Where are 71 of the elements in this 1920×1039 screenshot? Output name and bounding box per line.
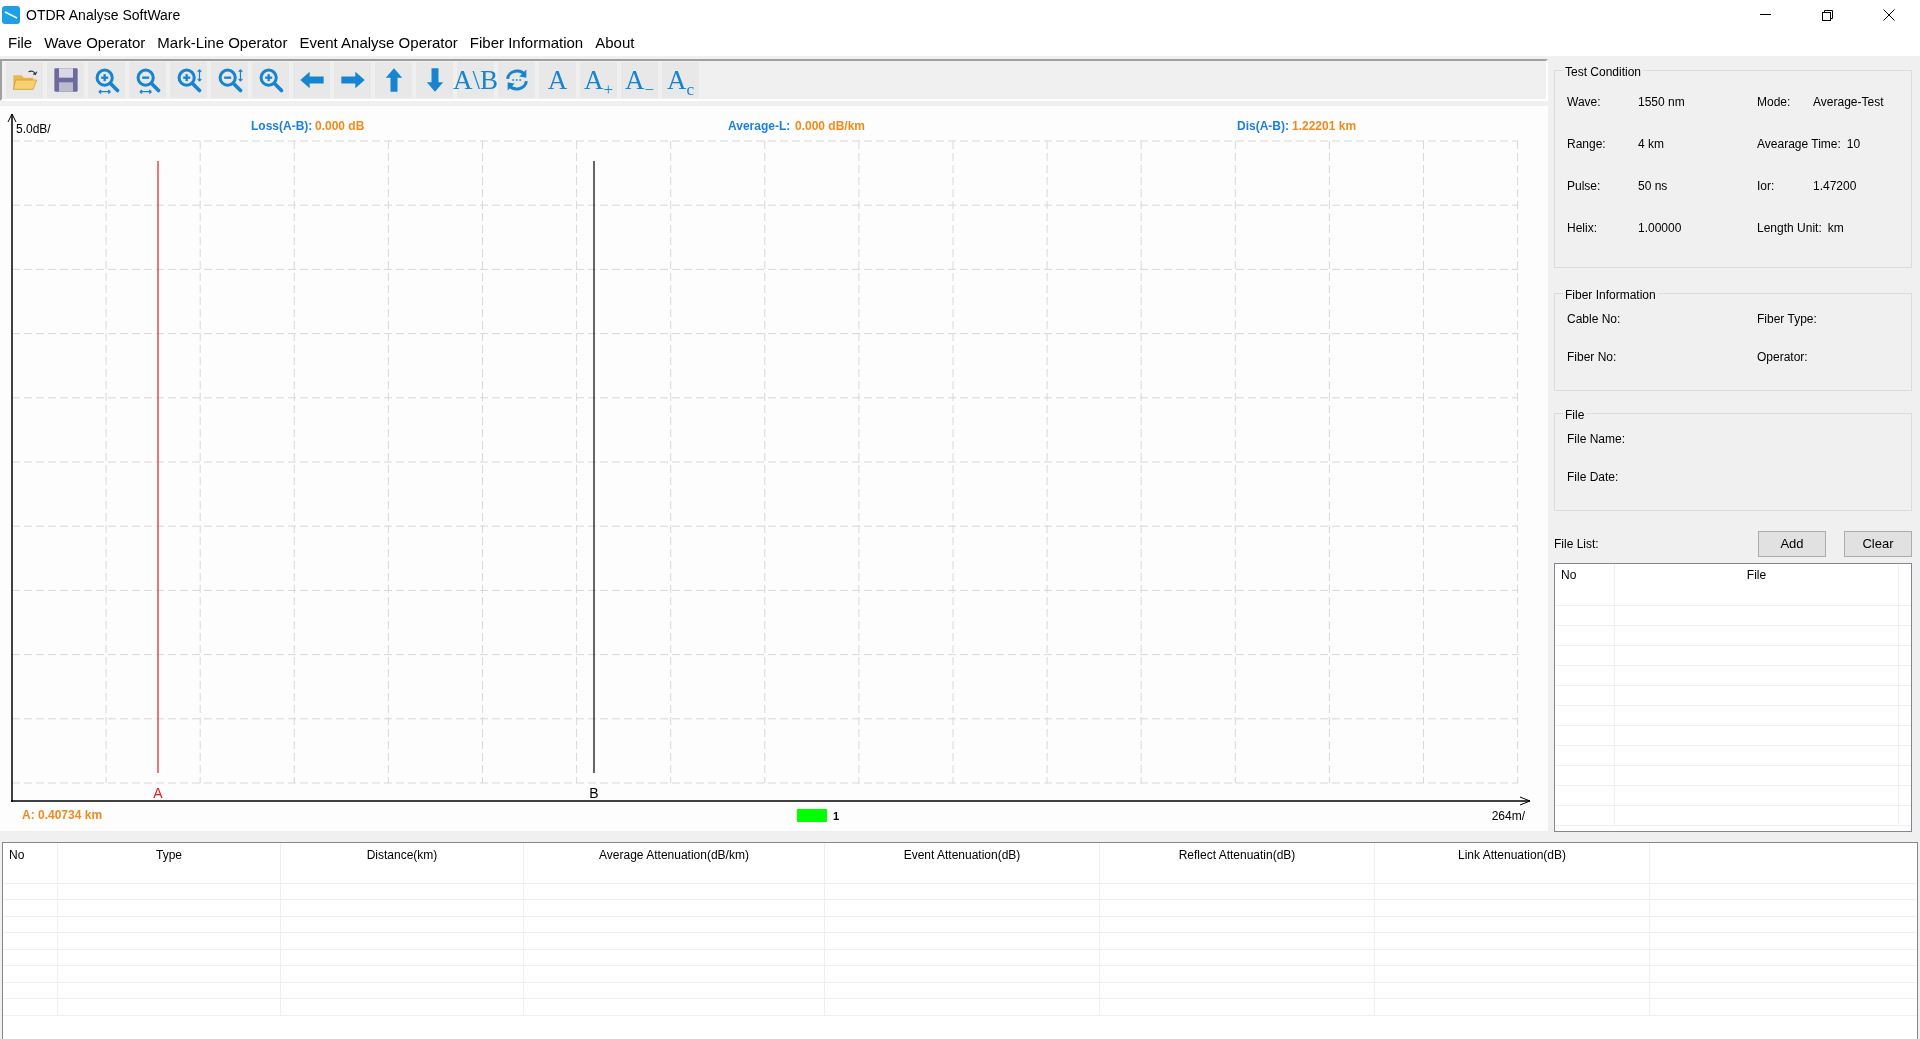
field-value: 1550 nm: [1638, 94, 1685, 111]
move-button[interactable]: [416, 62, 453, 98]
readout-value: 1.22201 km: [1292, 119, 1357, 133]
column-header[interactable]: File: [1615, 564, 1899, 586]
field-value: 10: [1846, 136, 1861, 153]
zoom-button[interactable]: [170, 62, 207, 98]
column-header[interactable]: Event Attenuation(dB): [825, 843, 1100, 867]
readout-label: Average-L:: [728, 119, 791, 133]
axis-end-label: 264m/: [1491, 809, 1525, 823]
zoom-button[interactable]: [88, 62, 125, 98]
column-header[interactable]: No: [1555, 564, 1615, 586]
minimize-icon: [1759, 14, 1771, 16]
cursor-readout: A: 0.40734 km: [22, 808, 103, 822]
list-action-button[interactable]: Clear: [1844, 531, 1912, 557]
field-value: km: [1827, 220, 1844, 237]
field-label: Length Unit:: [1757, 220, 1822, 237]
restore-icon: [1821, 9, 1833, 21]
column-header[interactable]: Link Attenuation(dB): [1375, 843, 1650, 867]
window-title: OTDR Analyse SoftWare: [26, 5, 181, 25]
menu-item[interactable]: Fiber Information: [463, 31, 590, 55]
marker-label: B: [589, 785, 599, 801]
field-label: Fiber Type:: [1757, 311, 1817, 328]
file-list-label: File List:: [1554, 536, 1599, 553]
field-label: Wave:: [1567, 94, 1602, 111]
marker-line[interactable]: [157, 160, 159, 774]
close-icon: [1883, 9, 1895, 21]
menu-item[interactable]: Event Analyse Operator: [293, 31, 464, 55]
open-button[interactable]: [6, 62, 43, 98]
field-value: Average-Test: [1813, 94, 1884, 111]
scale-label: 5.0dB/: [16, 122, 51, 136]
field-label: Operator:: [1757, 349, 1808, 366]
column-header[interactable]: Type: [58, 843, 281, 867]
field-value: 4 km: [1638, 136, 1664, 153]
move-button[interactable]: [293, 62, 330, 98]
field-label: File Date:: [1567, 469, 1619, 486]
field-label: Helix:: [1567, 220, 1598, 237]
refresh-button[interactable]: [498, 62, 535, 98]
zoom-button[interactable]: [252, 62, 289, 98]
marker-label: A: [153, 785, 163, 801]
menu-item[interactable]: Wave Operator: [38, 31, 152, 55]
field-label: Avearage Time:: [1757, 136, 1841, 153]
field-value: 1.47200: [1813, 178, 1857, 195]
zoom-button[interactable]: [129, 62, 166, 98]
menu-item[interactable]: About: [589, 31, 641, 55]
field-label: Range:: [1567, 136, 1607, 153]
zoom-button[interactable]: [211, 62, 248, 98]
field-label: File Name:: [1567, 431, 1625, 448]
readout-value: 0.000 dB/km: [795, 119, 866, 133]
field-label: Fiber No:: [1567, 349, 1617, 366]
move-button[interactable]: [375, 62, 412, 98]
column-header[interactable]: Reflect Attenuatin(dB): [1100, 843, 1375, 867]
readout-label: Loss(A-B):: [251, 119, 313, 133]
field-value: 1.00000: [1638, 220, 1682, 237]
readout-label: Dis(A-B):: [1237, 119, 1289, 133]
marker-line[interactable]: [593, 160, 595, 774]
list-action-button[interactable]: Add: [1758, 531, 1826, 557]
legend-label: 1: [833, 810, 840, 822]
file-list[interactable]: No File: [1554, 563, 1912, 832]
field-label: Ior:: [1757, 178, 1776, 195]
menu-item[interactable]: Mark-Line Operator: [151, 31, 294, 55]
readout-value: 0.000 dB: [315, 119, 365, 133]
column-header[interactable]: Distance(km): [281, 843, 524, 867]
field-label: Cable No:: [1567, 311, 1621, 328]
field-label: Mode:: [1757, 94, 1792, 111]
move-button[interactable]: [334, 62, 371, 98]
field-value: 50 ns: [1638, 178, 1668, 195]
field-label: Pulse:: [1567, 178, 1602, 195]
column-header[interactable]: No: [3, 843, 58, 867]
column-header[interactable]: Average Attenuation(dB/km): [524, 843, 825, 867]
menu-item[interactable]: File: [2, 31, 39, 55]
save-button[interactable]: [47, 62, 84, 98]
